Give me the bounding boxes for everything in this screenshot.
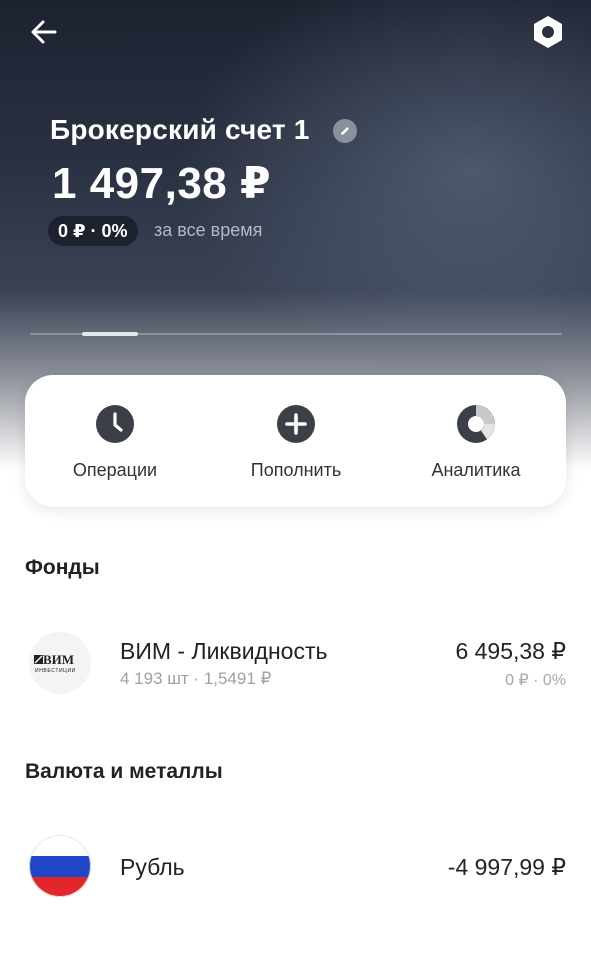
currencies-section-title: Валюта и металлы bbox=[25, 760, 223, 783]
pencil-icon bbox=[341, 127, 349, 135]
hexagon-settings-icon bbox=[534, 16, 562, 48]
account-balance: 1 497,38 ₽ bbox=[52, 159, 272, 208]
edit-account-name-button[interactable] bbox=[333, 119, 357, 143]
page-indicator-active bbox=[82, 332, 138, 336]
settings-button[interactable] bbox=[528, 12, 568, 52]
fund-name: ВИМ - Ликвидность bbox=[120, 638, 328, 664]
currency-name: Рубль bbox=[120, 854, 185, 880]
account-title: Брокерский счет 1 bbox=[50, 114, 310, 145]
svg-text:ВИМ: ВИМ bbox=[43, 652, 74, 667]
top-up-button[interactable]: Пополнить bbox=[211, 375, 381, 507]
svg-text:ИНВЕСТИЦИИ: ИНВЕСТИЦИИ bbox=[35, 668, 76, 674]
currency-row[interactable]: Рубль -4 997,99 ₽ bbox=[0, 826, 591, 906]
fund-value: 6 495,38 ₽ bbox=[455, 638, 566, 664]
operations-label: Операции bbox=[72, 460, 158, 480]
currency-value: -4 997,99 ₽ bbox=[447, 854, 566, 880]
operations-button[interactable]: Операции bbox=[30, 375, 200, 507]
analytics-button[interactable]: Аналитика bbox=[391, 375, 561, 507]
fund-details: 4 193 шт · 1,5491 ₽ bbox=[120, 669, 272, 688]
balance-change-value: 0 ₽ · 0% bbox=[58, 220, 128, 241]
balance-change-badge: 0 ₽ · 0% bbox=[48, 216, 138, 246]
russia-flag-icon bbox=[29, 835, 91, 897]
back-button[interactable] bbox=[26, 14, 62, 50]
clock-icon bbox=[96, 405, 134, 443]
top-up-label: Пополнить bbox=[250, 460, 342, 480]
donut-chart-icon bbox=[457, 405, 495, 443]
change-period-selector[interactable]: за все время bbox=[154, 220, 262, 241]
fund-row[interactable]: ВИМ ИНВЕСТИЦИИ ВИМ - Ликвидность 4 193 ш… bbox=[0, 622, 591, 702]
plus-circle-icon bbox=[277, 405, 315, 443]
vim-logo: ВИМ ИНВЕСТИЦИИ bbox=[29, 632, 91, 694]
fund-change: 0 ₽ · 0% bbox=[505, 672, 566, 689]
arrow-left-icon bbox=[31, 20, 57, 44]
analytics-label: Аналитика bbox=[431, 460, 521, 480]
funds-section-title: Фонды bbox=[25, 556, 100, 579]
quick-actions-card: Операции Пополнить Аналитика bbox=[25, 375, 566, 507]
